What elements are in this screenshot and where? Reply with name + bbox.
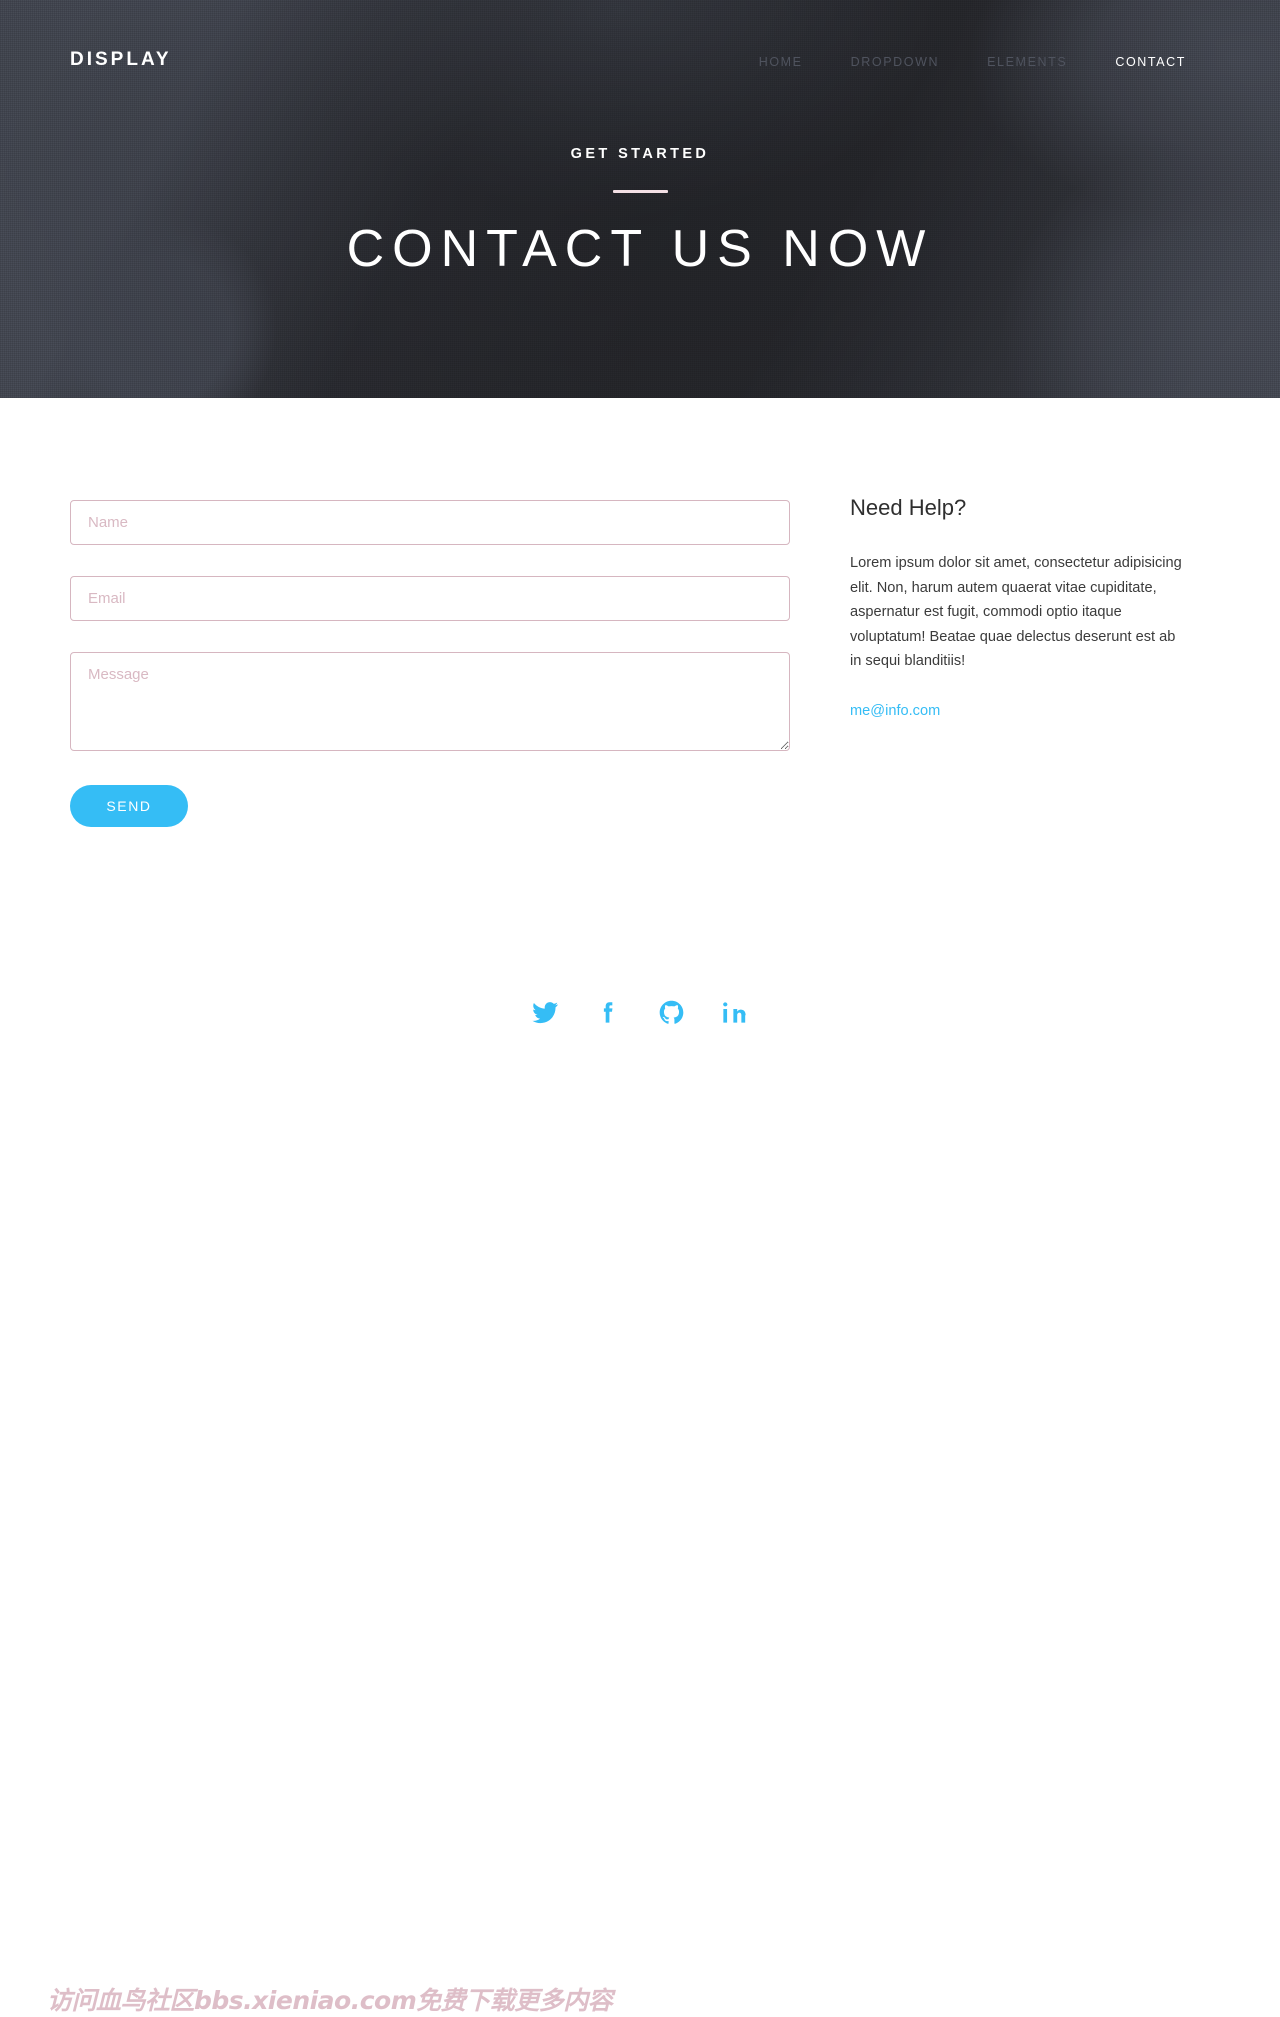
hero-title: CONTACT US NOW	[346, 219, 934, 278]
social-links	[532, 999, 748, 1026]
message-textarea[interactable]	[70, 652, 790, 751]
send-button[interactable]: SEND	[70, 785, 188, 827]
help-title: Need Help?	[850, 495, 967, 520]
nav-item-dropdown[interactable]: DROPDOWN	[827, 47, 964, 77]
footer: 访问血鸟社区bbs.xieniao.com免费下载更多内容	[0, 985, 1280, 2015]
name-input[interactable]	[70, 500, 790, 545]
nav-item-elements[interactable]: ELEMENTS	[963, 47, 1091, 77]
linkedin-link[interactable]	[721, 999, 748, 1026]
nav-item-contact[interactable]: CONTACT	[1091, 47, 1210, 77]
contact-form: SEND	[70, 398, 790, 827]
main-navbar: DISPLAY HOME DROPDOWN ELEMENTS CONTACT	[0, 0, 1280, 118]
hero-eyebrow: GET STARTED	[570, 145, 710, 162]
email-input[interactable]	[70, 576, 790, 621]
contact-section: SEND Need Help? Lorem ipsum dolor sit am…	[0, 398, 1280, 827]
brand-logo[interactable]: DISPLAY	[70, 49, 172, 71]
github-link[interactable]	[658, 999, 685, 1026]
linkedin-icon[interactable]	[721, 999, 748, 1026]
help-body: Lorem ipsum dolor sit amet, consectetur …	[850, 555, 1182, 669]
twitter-link[interactable]	[532, 999, 559, 1026]
nav-links: HOME DROPDOWN ELEMENTS CONTACT	[735, 47, 1210, 77]
help-email-link[interactable]: me@info.com	[850, 703, 940, 719]
twitter-icon[interactable]	[532, 999, 559, 1026]
facebook-icon[interactable]	[595, 999, 622, 1026]
hero-section: DISPLAY HOME DROPDOWN ELEMENTS CONTACT G…	[0, 0, 1280, 398]
hero-divider	[612, 189, 668, 193]
nav-item-home[interactable]: HOME	[735, 47, 827, 77]
help-panel: Need Help? Lorem ipsum dolor sit amet, c…	[790, 398, 1190, 720]
github-icon[interactable]	[658, 999, 685, 1026]
facebook-link[interactable]	[595, 999, 622, 1026]
site-watermark: 访问血鸟社区bbs.xieniao.com免费下载更多内容	[47, 1986, 613, 2015]
